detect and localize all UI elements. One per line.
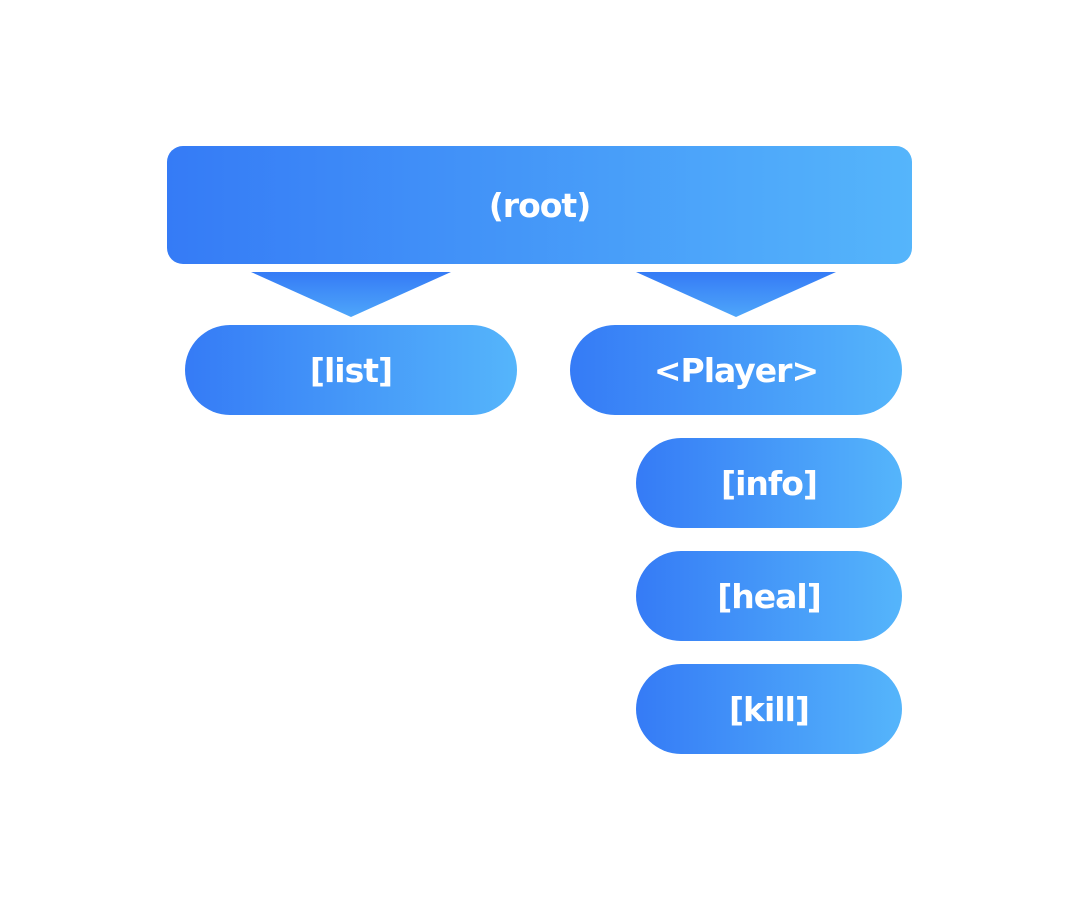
player-node-label: <Player>	[653, 350, 819, 390]
list-node-label: [list]	[309, 350, 393, 390]
root-node-label: (root)	[488, 185, 592, 225]
arrow-root-to-player-icon	[636, 272, 836, 317]
list-node: [list]	[185, 325, 517, 415]
info-node-label: [info]	[721, 463, 818, 503]
kill-node-label: [kill]	[728, 689, 810, 729]
heal-node-label: [heal]	[717, 576, 822, 616]
root-node: (root)	[167, 146, 912, 264]
info-node: [info]	[636, 438, 902, 528]
player-node: <Player>	[570, 325, 902, 415]
heal-node: [heal]	[636, 551, 902, 641]
arrow-root-to-list-icon	[251, 272, 451, 317]
kill-node: [kill]	[636, 664, 902, 754]
